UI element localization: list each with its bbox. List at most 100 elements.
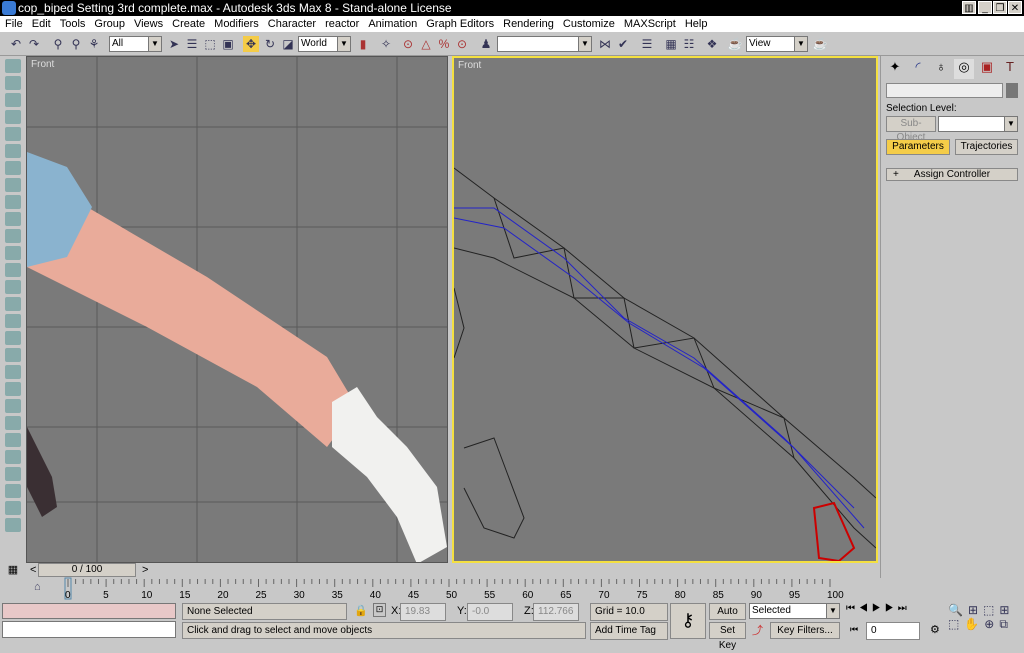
pan-icon[interactable]: ✋ — [964, 617, 984, 631]
undo-icon[interactable]: ↶ — [8, 36, 24, 52]
previous-frame-icon[interactable]: ◀ — [859, 603, 872, 614]
arc-rotate-icon[interactable]: ⊕ — [984, 617, 999, 631]
sub-object-dropdown[interactable]: ▼ — [938, 116, 1018, 132]
mirror-icon[interactable]: ⋈ — [597, 36, 613, 52]
modify-icon[interactable]: ◜ — [908, 59, 928, 79]
selection-filter-dropdown[interactable]: All ▼ — [109, 36, 162, 52]
next-frame-icon[interactable]: ▶ — [885, 603, 898, 614]
menu-file[interactable]: File — [5, 18, 23, 30]
menu-help[interactable]: Help — [685, 18, 708, 30]
menu-create[interactable]: Create — [172, 18, 205, 30]
time-slider-thumb[interactable]: 0 / 100 — [38, 563, 136, 577]
select-and-move-icon[interactable]: ✥ — [243, 36, 259, 52]
motion-icon[interactable]: ◎ — [954, 59, 974, 79]
menu-edit[interactable]: Edit — [32, 18, 51, 30]
tool-icon[interactable] — [5, 161, 21, 175]
time-configuration-icon[interactable]: ⚙ — [930, 623, 940, 636]
tool-icon[interactable] — [5, 229, 21, 243]
tool-icon[interactable] — [5, 467, 21, 481]
percent-snap-icon[interactable]: % — [436, 36, 452, 52]
absolute-mode-icon[interactable]: ⊡ — [373, 603, 386, 617]
quick-render-icon[interactable]: ☕ — [812, 36, 828, 52]
auto-key-button[interactable]: Auto Key — [709, 603, 746, 632]
menu-graph-editors[interactable]: Graph Editors — [426, 18, 494, 30]
current-frame-field[interactable]: 0 — [866, 622, 920, 640]
tool-icon[interactable] — [5, 365, 21, 379]
menu-group[interactable]: Group — [94, 18, 125, 30]
key-mode-dropdown[interactable]: Selected ▼ — [749, 603, 840, 619]
utilities-icon[interactable]: T — [1000, 59, 1020, 79]
menu-customize[interactable]: Customize — [563, 18, 615, 30]
render-type-dropdown[interactable]: View ▼ — [746, 36, 808, 52]
edit-named-selection-icon[interactable]: ♟ — [478, 36, 494, 52]
select-by-name-icon[interactable]: ☰ — [184, 36, 200, 52]
tool-icon[interactable] — [5, 246, 21, 260]
time-slider[interactable]: < 0 / 100 > — [26, 563, 878, 577]
menu-tools[interactable]: Tools — [60, 18, 86, 30]
tool-icon[interactable] — [5, 348, 21, 362]
tool-icon[interactable] — [5, 144, 21, 158]
trajectories-button[interactable]: Trajectories — [955, 139, 1018, 155]
window-crossing-icon[interactable]: ▣ — [220, 36, 236, 52]
tool-icon[interactable] — [5, 280, 21, 294]
tool-icon[interactable] — [5, 93, 21, 107]
menu-views[interactable]: Views — [134, 18, 163, 30]
menu-animation[interactable]: Animation — [368, 18, 417, 30]
tool-icon[interactable] — [5, 297, 21, 311]
tool-icon[interactable] — [5, 110, 21, 124]
add-time-tag[interactable]: Add Time Tag — [590, 622, 668, 640]
zoom-extents-all-icon[interactable]: ⊞ — [999, 603, 1014, 617]
menu-reactor[interactable]: reactor — [325, 18, 359, 30]
zoom-extents-icon[interactable]: ⬚ — [983, 603, 999, 617]
angle-snap-icon[interactable]: △ — [418, 36, 434, 52]
zoom-icon[interactable]: 🔍 — [948, 603, 968, 617]
default-tangents-icon[interactable]: ⤴ — [752, 622, 763, 638]
track-bar[interactable]: 0 5 10 15 20 25 30 35 40 45 50 55 60 65 70 75 80 85 90 95 10… — [26, 577, 878, 601]
tool-icon[interactable] — [5, 450, 21, 464]
next-frame-button[interactable]: > — [142, 564, 148, 576]
tool-icon[interactable] — [5, 331, 21, 345]
x-coordinate-field[interactable]: 19.83 — [400, 603, 446, 621]
tool-icon[interactable] — [5, 59, 21, 73]
tool-icon[interactable] — [5, 314, 21, 328]
close-button[interactable]: ✕ — [1008, 1, 1022, 14]
spinner-snap-icon[interactable]: ⊙ — [454, 36, 470, 52]
viewport-front-shaded[interactable]: Front — [26, 56, 448, 563]
menu-rendering[interactable]: Rendering — [503, 18, 554, 30]
zoom-all-icon[interactable]: ⊞ — [968, 603, 983, 617]
material-editor-icon[interactable]: ❖ — [704, 36, 720, 52]
unlink-icon[interactable]: ⚲ — [68, 36, 84, 52]
key-filters-button[interactable]: Key Filters... — [770, 622, 840, 639]
maxscript-listener-input[interactable] — [2, 621, 176, 638]
key-mode-toggle-icon[interactable]: ⏮ — [850, 624, 858, 635]
tool-icon[interactable] — [5, 212, 21, 226]
sub-object-button[interactable]: Sub-Object — [886, 116, 936, 143]
set-key-icon[interactable]: ⚷ — [670, 603, 706, 639]
assign-controller-rollout[interactable]: + Assign Controller — [886, 168, 1018, 181]
menu-character[interactable]: Character — [268, 18, 316, 30]
minimize-button[interactable]: _ — [978, 1, 992, 14]
tool-icon[interactable] — [5, 382, 21, 396]
curve-editor-icon[interactable]: ▦ — [663, 36, 679, 52]
play-icon[interactable]: ▶ — [872, 603, 885, 614]
maxscript-listener-output[interactable] — [2, 603, 176, 619]
manipulate-icon[interactable]: ✧ — [378, 36, 394, 52]
go-to-start-icon[interactable]: ⏮ — [846, 603, 859, 614]
select-and-scale-icon[interactable]: ◪ — [280, 36, 296, 52]
tool-icon[interactable] — [5, 195, 21, 209]
tool-icon[interactable] — [5, 178, 21, 192]
layout-button[interactable]: ▥ — [962, 1, 976, 14]
tool-icon[interactable] — [5, 501, 21, 515]
snap-toggle-icon[interactable]: ⊙ — [400, 36, 416, 52]
tool-icon[interactable] — [5, 263, 21, 277]
menu-maxscript[interactable]: MAXScript — [624, 18, 676, 30]
tool-icon[interactable] — [5, 433, 21, 447]
set-key-button[interactable]: Set Key — [709, 622, 746, 651]
object-name-field[interactable] — [886, 83, 1003, 98]
viewport-label[interactable]: Front — [31, 59, 54, 70]
y-coordinate-field[interactable]: -0.0 — [467, 603, 513, 621]
menu-modifiers[interactable]: Modifiers — [214, 18, 259, 30]
layer-manager-icon[interactable]: ☰ — [639, 36, 655, 52]
align-icon[interactable]: ✔ — [615, 36, 631, 52]
tool-icon[interactable] — [5, 127, 21, 141]
